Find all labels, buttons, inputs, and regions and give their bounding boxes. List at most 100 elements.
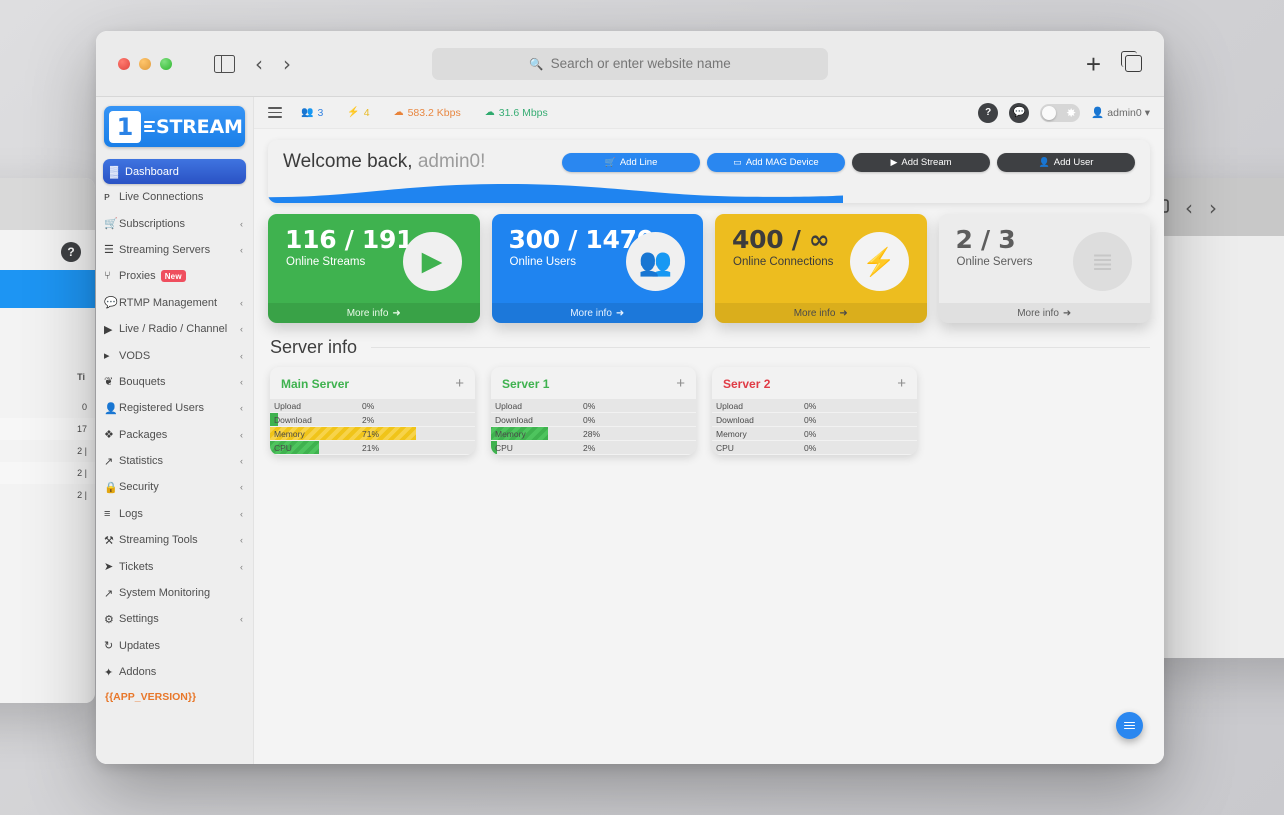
chevron-left-icon: ‹ <box>240 219 243 229</box>
add-stream-button[interactable]: ▶Add Stream <box>852 153 990 172</box>
user-icon: 👤 <box>1039 157 1050 168</box>
add-user-button[interactable]: 👤Add User <box>997 153 1135 172</box>
chevron-left-icon: ‹ <box>240 430 243 440</box>
tab-overview-icon[interactable] <box>1125 55 1142 72</box>
metric-value: 0% <box>804 443 816 453</box>
app-version-label: {{APP_VERSION}} <box>96 685 253 703</box>
sidebar-item-live-radio-channel[interactable]: ▶Live / Radio / Channel‹ <box>96 316 253 342</box>
layers-icon: ≣ <box>1073 232 1132 291</box>
minimize-icon[interactable] <box>139 58 151 70</box>
bg-left-cell: 2 | <box>77 446 87 456</box>
metric-label: CPU <box>495 443 513 453</box>
chevron-left-icon: ‹ <box>240 535 243 545</box>
sidebar-item-tickets[interactable]: ➤Tickets‹ <box>96 553 253 579</box>
sidebar-item-updates[interactable]: ↻Updates <box>96 633 253 659</box>
server-card-main-server[interactable]: Main Server+Upload0%Download2%Memory71%C… <box>270 367 475 455</box>
server-card-server-2[interactable]: Server 2+Upload0%Download0%Memory0%CPU0% <box>712 367 917 455</box>
more-info-link[interactable]: More info➜ <box>492 303 704 323</box>
sidebar-item-proxies[interactable]: ⑂ProxiesNew <box>96 263 253 289</box>
url-bar[interactable]: 🔍 Search or enter website name <box>432 48 828 80</box>
sidebar-toggle-icon[interactable] <box>214 55 235 73</box>
box-icon: ❖ <box>104 428 119 441</box>
stat-card-online-users[interactable]: 300 / 1470Online Users👥More info➜ <box>492 214 704 323</box>
sidebar-item-rtmp-management[interactable]: 💬RTMP Management‹ <box>96 290 253 316</box>
database-icon: ☰ <box>104 243 119 256</box>
stat-card-online-connections[interactable]: 400 / ∞Online Connections⚡More info➜ <box>715 214 927 323</box>
metric-label: Memory <box>274 429 305 439</box>
new-tab-button[interactable]: + <box>1086 51 1101 77</box>
chevron-right-icon[interactable]: › <box>283 54 291 74</box>
metric-label: Download <box>716 415 754 425</box>
background-window-left[interactable]: ? 🔍 Line Name Ti 5.10006 LibVLC/3.0.1617… <box>0 178 95 703</box>
sidebar-item-packages[interactable]: ❖Packages‹ <box>96 422 253 448</box>
more-info-link[interactable]: More info➜ <box>939 303 1151 323</box>
users-icon: 👥 <box>301 107 313 118</box>
menu-icon[interactable] <box>1116 712 1143 739</box>
sidebar-item-bouquets[interactable]: ❦Bouquets‹ <box>96 369 253 395</box>
chevron-right-icon[interactable]: › <box>1209 198 1217 218</box>
sidebar-item-addons[interactable]: ✦Addons <box>96 659 253 685</box>
close-icon[interactable] <box>118 58 130 70</box>
more-info-link[interactable]: More info➜ <box>268 303 480 323</box>
server-metric-row: Memory0% <box>712 427 917 440</box>
sidebar-item-settings[interactable]: ⚙Settings‹ <box>96 606 253 632</box>
more-info-link[interactable]: More info➜ <box>715 303 927 323</box>
stat-card-online-streams[interactable]: 116 / 191Online Streams▶More info➜ <box>268 214 480 323</box>
stat-card-online-servers[interactable]: 2 / 3Online Servers≣More info➜ <box>939 214 1151 323</box>
topbar-stat-value: 4 <box>364 107 370 119</box>
theme-toggle[interactable]: ✸ <box>1040 104 1080 122</box>
metric-label: Download <box>495 415 533 425</box>
maximize-icon[interactable] <box>160 58 172 70</box>
add-mag-device-button[interactable]: ▭Add MAG Device <box>707 153 845 172</box>
sidebar-item-system-monitoring[interactable]: ↗System Monitoring <box>96 580 253 606</box>
more-info-label: More info <box>347 308 389 319</box>
chart-icon: ↗ <box>104 455 119 468</box>
sidebar-item-subscriptions[interactable]: 🛒Subscriptions‹ <box>96 210 253 236</box>
app-logo[interactable]: 1 STREAM <box>104 106 245 147</box>
metric-label: Upload <box>495 401 522 411</box>
sitemap-icon: ⑂ <box>104 270 119 282</box>
sidebar-item-label: Registered Users <box>119 402 204 414</box>
arrow-circle-right-icon: ➜ <box>1063 308 1071 319</box>
server-card-server-1[interactable]: Server 1+Upload0%Download0%Memory28%CPU2… <box>491 367 696 455</box>
plus-icon[interactable]: + <box>676 376 685 391</box>
plus-icon[interactable]: + <box>897 376 906 391</box>
bg-left-cell: 2 | <box>77 468 87 478</box>
topbar-stat-value: 31.6 Mbps <box>499 107 548 119</box>
topbar-stat-3[interactable]: ☁31.6 Mbps <box>485 107 548 119</box>
tools-icon: ⚒ <box>104 534 119 547</box>
sidebar-item-vods[interactable]: ▸VODS‹ <box>96 342 253 368</box>
sidebar-item-registered-users[interactable]: 👤Registered Users‹ <box>96 395 253 421</box>
sidebar-item-dashboard[interactable]: ▓Dashboard <box>103 159 246 184</box>
add-line-button[interactable]: 🛒Add Line <box>562 153 700 172</box>
sidebar-item-security[interactable]: 🔒Security‹ <box>96 474 253 500</box>
plus-icon[interactable]: + <box>455 376 464 391</box>
metric-label: Memory <box>495 429 526 439</box>
sidebar-item-streaming-tools[interactable]: ⚒Streaming Tools‹ <box>96 527 253 553</box>
server-card-header: Main Server+ <box>270 376 475 399</box>
window-controls[interactable] <box>118 58 172 70</box>
sidebar-item-statistics[interactable]: ↗Statistics‹ <box>96 448 253 474</box>
sidebar-item-live-connections[interactable]: ᴘLive Connections <box>96 184 253 210</box>
topbar-stat-2[interactable]: ☁583.2 Kbps <box>394 107 461 119</box>
server-name: Server 1 <box>502 377 549 391</box>
question-mark-icon[interactable]: ? <box>61 242 81 262</box>
browser-window[interactable]: ‹ › 🔍 Search or enter website name + 1 S… <box>96 31 1164 764</box>
sidebar-item-streaming-servers[interactable]: ☰Streaming Servers‹ <box>96 237 253 263</box>
sidebar-item-logs[interactable]: ≡Logs‹ <box>96 501 253 527</box>
topbar-stat-value: 3 <box>317 107 323 119</box>
hamburger-icon[interactable] <box>268 107 282 118</box>
divider <box>371 347 1150 348</box>
topbar-stat-1[interactable]: ⚡4 <box>347 107 369 119</box>
sidebar-item-label: Subscriptions <box>119 218 185 230</box>
chevron-left-icon: ‹ <box>240 377 243 387</box>
user-menu[interactable]: 👤 admin0 ▾ <box>1091 106 1150 119</box>
arrow-circle-right-icon: ➜ <box>616 308 624 319</box>
chat-icon[interactable]: 💬 <box>1009 103 1029 123</box>
chevron-left-icon[interactable]: ‹ <box>255 54 263 74</box>
metric-label: Upload <box>274 401 301 411</box>
chevron-left-icon[interactable]: ‹ <box>1185 198 1193 218</box>
question-mark-icon[interactable]: ? <box>978 103 998 123</box>
sidebar-item-label: Security <box>119 481 159 493</box>
topbar-stat-0[interactable]: 👥3 <box>301 107 323 119</box>
